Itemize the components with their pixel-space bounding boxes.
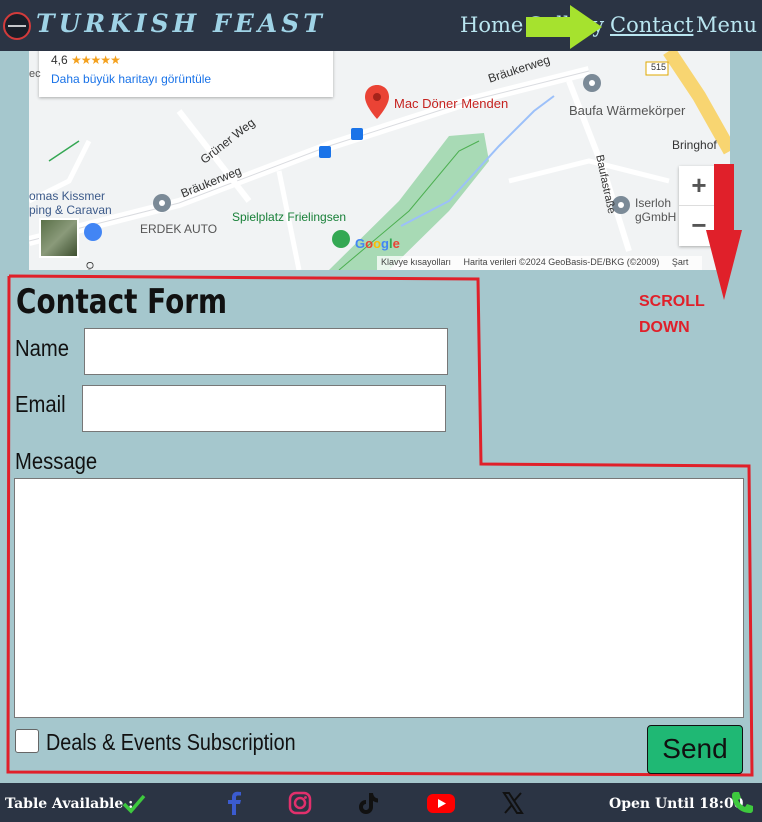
map-label-park: Spielplatz Frielingsen [232, 210, 347, 224]
contact-form-title: Contact Form [16, 282, 228, 322]
subscription-checkbox[interactable] [15, 729, 39, 753]
red-arrow-annotation [706, 164, 742, 300]
name-label: Name [15, 335, 69, 361]
larger-map-link[interactable]: Daha büyük haritayı görüntüle [51, 72, 211, 86]
map-label-business: Baufa Wärmekörper [569, 103, 686, 118]
rating-stars-icon: ★★★★★ [71, 53, 121, 67]
map-label-business: omas Kissmer [29, 189, 106, 203]
table-availability: Table Available : [5, 796, 134, 812]
opening-hours: Open Until 18:00 [609, 796, 744, 812]
map-attribution: Klavye kısayolları Harita verileri ©2024… [377, 256, 703, 270]
send-button[interactable]: Send [647, 725, 743, 774]
nav-link-home[interactable]: Home [460, 13, 523, 37]
map-rating: 4,6 ★★★★★ [51, 53, 121, 67]
subscription-label[interactable]: Deals & Events Subscription [46, 729, 296, 756]
x-icon[interactable] [500, 790, 526, 816]
embedded-map[interactable]: 4,6 ★★★★★ Daha büyük haritayı görüntüle … [29, 51, 730, 270]
footer-bar: Table Available : Open Until 18:00 [0, 783, 762, 822]
scroll-down-annotation: SCROLL DOWN [639, 293, 705, 336]
green-arrow-annotation [526, 5, 602, 49]
brand-name[interactable]: TURKISH FEAST [36, 9, 326, 38]
google-logo: Google [355, 236, 400, 251]
message-textarea[interactable] [14, 478, 744, 718]
map-label-business: ping & Caravan [29, 203, 112, 217]
email-input[interactable] [82, 385, 446, 432]
youtube-icon[interactable] [426, 790, 456, 816]
nav-link-menu[interactable]: Menu [696, 13, 757, 37]
map-label-business: Iserloh [635, 196, 672, 210]
tiktok-icon[interactable] [355, 790, 381, 816]
email-label: Email [15, 391, 66, 417]
map-data-credit: Harita verileri ©2024 GeoBasis-DE/BKG (©… [463, 257, 660, 267]
facebook-icon[interactable] [221, 790, 247, 816]
map-info-card: 4,6 ★★★★★ Daha büyük haritayı görüntüle [39, 51, 333, 97]
map-label-fragment: ec [29, 68, 41, 80]
message-label: Message [15, 448, 98, 474]
check-icon [122, 794, 146, 814]
map-label-fragment: Oe [83, 261, 95, 271]
map-label-business: gGmbH [635, 210, 677, 224]
logo-icon[interactable] [2, 11, 32, 41]
phone-icon[interactable] [729, 790, 755, 816]
name-input[interactable] [84, 328, 448, 375]
map-label-business: ERDEK AUTO [140, 222, 218, 236]
keyboard-shortcuts-link[interactable]: Klavye kısayolları [381, 257, 451, 267]
top-navbar: TURKISH FEAST Home Gallery Contact Menu [0, 0, 762, 51]
nav-link-contact[interactable]: Contact [610, 13, 693, 37]
map-label-area: Bringhof [672, 138, 717, 152]
terms-link[interactable]: Şart [672, 257, 689, 267]
satellite-toggle-thumbnail[interactable] [39, 218, 79, 258]
map-place-label[interactable]: Mac Döner Menden [394, 96, 508, 111]
instagram-icon[interactable] [287, 790, 313, 816]
map-road-number: 515 [651, 62, 667, 72]
